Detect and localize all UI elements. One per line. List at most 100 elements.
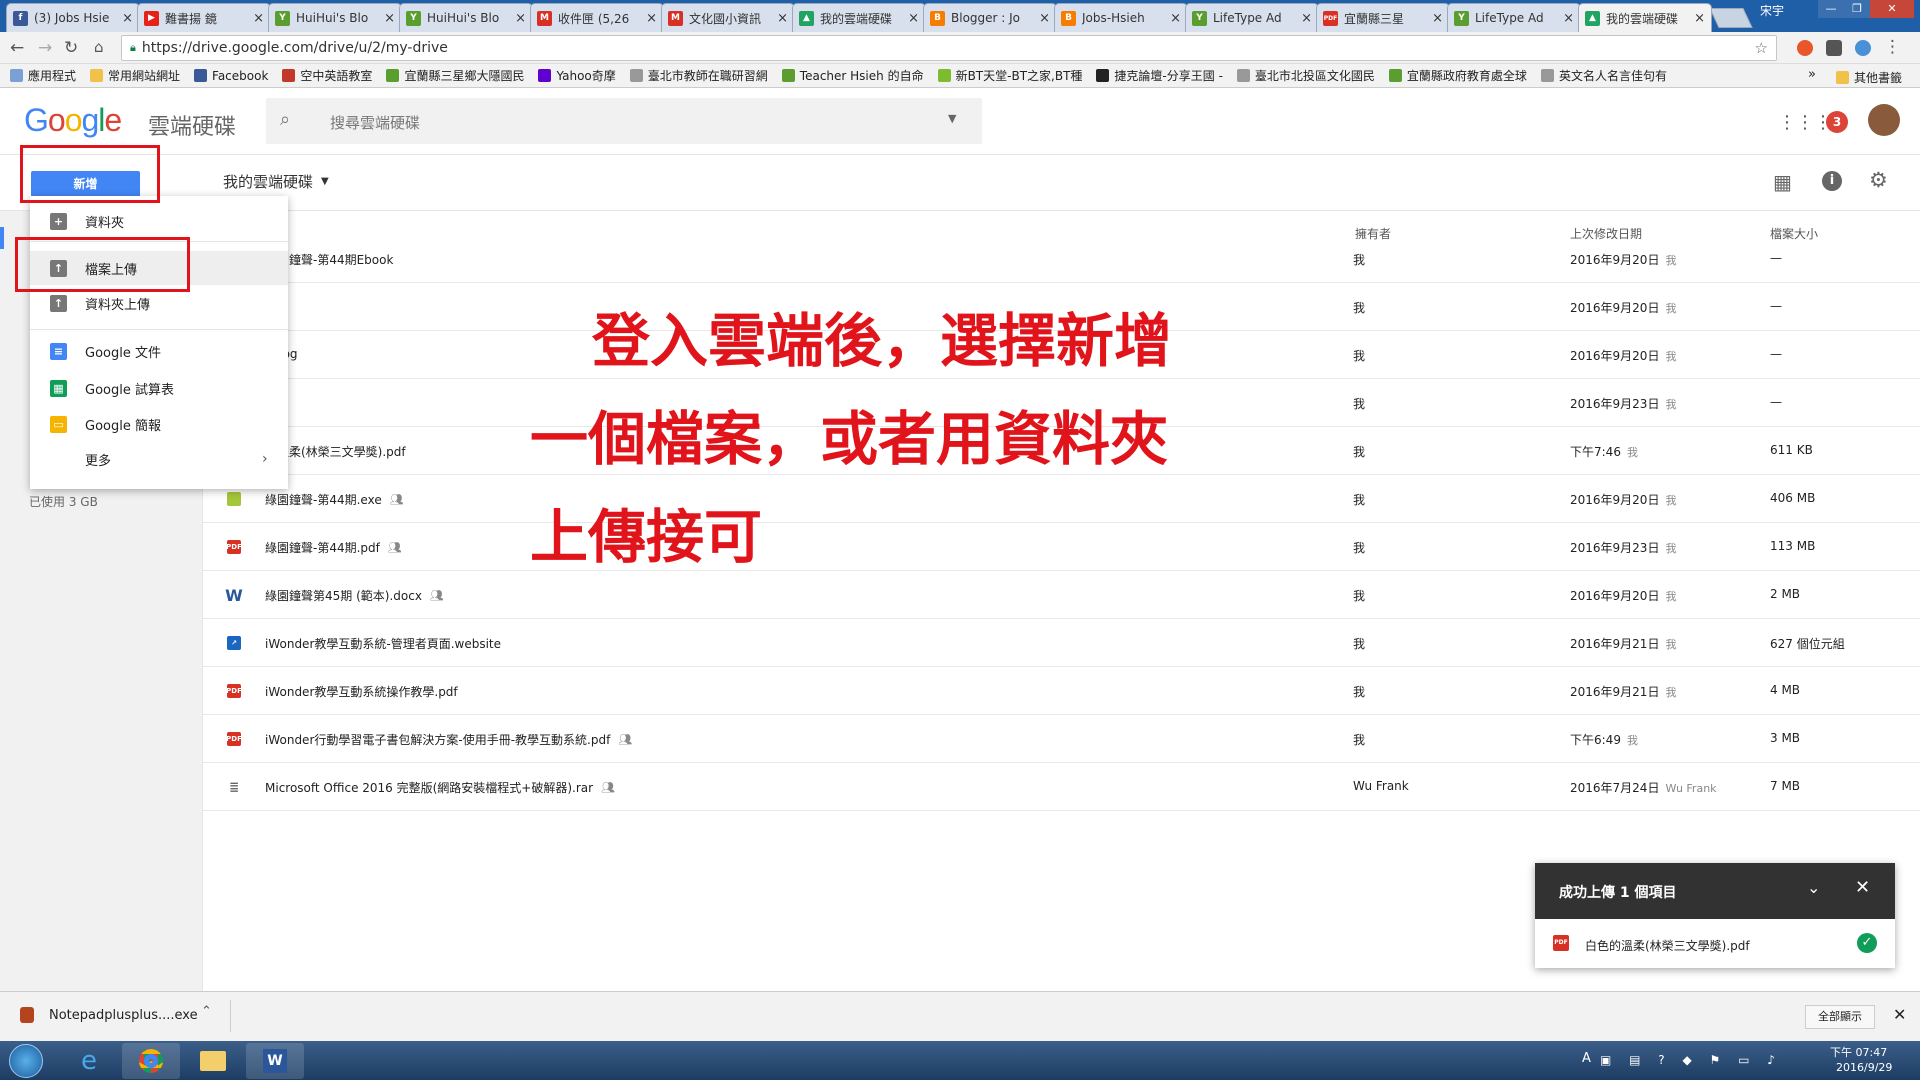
close-tab-icon[interactable]: × (1301, 11, 1312, 26)
new-tab-button[interactable] (1709, 8, 1753, 28)
ime-indicator[interactable]: A (1582, 1051, 1591, 1066)
grid-view-icon[interactable]: ▦ (1773, 170, 1792, 194)
back-icon[interactable]: ← (10, 38, 24, 58)
table-row[interactable]: ↗ iWonder教學互動系統-管理者頁面.website 我 2016年9月21日我… (203, 619, 1920, 667)
reload-icon[interactable]: ↻ (64, 38, 78, 58)
close-icon[interactable]: ✕ (1893, 1005, 1906, 1024)
close-tab-icon[interactable]: × (1563, 11, 1574, 26)
menu-item-google-docs[interactable]: ≡ Google 文件 (30, 334, 288, 368)
breadcrumb[interactable]: 我的雲端硬碟 ▼ (223, 171, 329, 192)
windows-taskbar: e W A ▣ ▤ ? ◆ ⚑ ▭ ♪ 下午 07:47 2016/9/29 (0, 1041, 1920, 1080)
modified-by: 我 (1665, 494, 1677, 507)
close-icon[interactable]: ✕ (1855, 877, 1870, 898)
table-row[interactable]: PDF iWonder行動學習電子書包解決方案-使用手冊-教學互動系統.pdf 👥︎… (203, 715, 1920, 763)
close-tab-icon[interactable]: × (1694, 11, 1705, 26)
extension-icon[interactable] (1826, 40, 1842, 56)
window-user-label: 宋宇 (1760, 4, 1785, 18)
bookmark-item[interactable]: 常用網站網址 (90, 67, 180, 84)
bookmark-item[interactable]: 臺北市北投區文化國民 (1236, 67, 1375, 84)
tab[interactable]: Y HuiHui's Blo × (268, 3, 402, 32)
menu-item-google-sheets[interactable]: ▦ Google 試算表 (30, 371, 288, 405)
tab[interactable]: M 收件匣 (5,26 × (530, 3, 664, 32)
close-tab-icon[interactable]: × (646, 11, 657, 26)
table-row[interactable]: 綠園鐘聲-第44期Ebook 我 2016年9月20日我 — (203, 235, 1920, 283)
minimize-button[interactable]: — (1818, 0, 1844, 18)
tab[interactable]: ▲ 我的雲端硬碟 × (792, 3, 926, 32)
table-row[interactable]: PDF iWonder教學互動系統操作教學.pdf 我 2016年9月21日我 4 MB (203, 667, 1920, 715)
tab[interactable]: M 文化國小資訊 × (661, 3, 795, 32)
bookmark-item[interactable]: 臺北市教師在職研習網 (629, 67, 768, 84)
tab[interactable]: Y LifeType Ad × (1447, 3, 1581, 32)
tab[interactable]: B Blogger : Jo × (923, 3, 1057, 32)
bookmark-item[interactable]: 捷克論壇-分享王國 - (1096, 67, 1223, 84)
close-tab-icon[interactable]: × (777, 11, 788, 26)
search-box[interactable]: ⌕ 搜尋雲端硬碟 ▼ (266, 98, 982, 144)
menu-item-google-slides[interactable]: ▭ Google 簡報 (30, 407, 288, 441)
tab[interactable]: Y HuiHui's Blo × (399, 3, 533, 32)
tab[interactable]: f (3) Jobs Hsie × (6, 3, 140, 32)
tab[interactable]: B Jobs-Hsieh × (1054, 3, 1188, 32)
menu-icon[interactable]: ⋮ (1884, 37, 1901, 57)
table-row[interactable]: ≣ Microsoft Office 2016 完整版(網路安裝檔程式+破解器).… (203, 763, 1920, 811)
search-input[interactable]: 搜尋雲端硬碟 (330, 112, 420, 133)
lock-icon: 🔒︎ (130, 41, 136, 54)
bookmark-item[interactable]: Facebook (194, 69, 268, 83)
bookmark-item[interactable]: 新BT天堂-BT之家,BT種 (937, 67, 1082, 84)
bookmark-star-icon[interactable]: ☆ (1755, 39, 1768, 57)
bookmark-item[interactable]: Teacher Hsieh 的自命 (781, 67, 924, 84)
google-logo[interactable]: Google (24, 102, 122, 139)
close-tab-icon[interactable]: × (1039, 11, 1050, 26)
download-item[interactable]: Notepadplusplus....exe (49, 1008, 198, 1023)
word-icon[interactable]: W (246, 1043, 304, 1079)
search-icon[interactable]: ⌕ (280, 109, 290, 130)
search-options-icon[interactable]: ▼ (948, 112, 956, 125)
close-tab-icon[interactable]: × (384, 11, 395, 26)
bookmark-item[interactable]: 英文名人名言佳句有 (1540, 67, 1667, 84)
bookmark-item[interactable]: 宜蘭縣政府教育處全球 (1388, 67, 1527, 84)
annotation-line: 上傳接可 (530, 503, 763, 571)
bookmark-item[interactable]: 應用程式 (10, 67, 76, 84)
apps-grid-icon[interactable]: ⋮⋮⋮ (1778, 112, 1832, 133)
avatar[interactable] (1868, 104, 1900, 136)
menu-item-more[interactable]: 更多 › (30, 442, 288, 476)
close-tab-icon[interactable]: × (253, 11, 264, 26)
extension-icon[interactable] (1797, 40, 1813, 56)
close-tab-icon[interactable]: × (122, 11, 133, 26)
close-tab-icon[interactable]: × (908, 11, 919, 26)
close-tab-icon[interactable]: × (1170, 11, 1181, 26)
more-bookmarks-icon[interactable]: » (1808, 67, 1816, 82)
chevron-down-icon[interactable]: ⌄ (1807, 878, 1820, 897)
bookmark-item[interactable]: 宜蘭縣三星鄉大隱國民 (386, 67, 524, 84)
tab[interactable]: ▲ 我的雲端硬碟 × (1578, 3, 1712, 32)
toast-file-name[interactable]: 白色的溫柔(林榮三文學獎).pdf (1585, 937, 1750, 954)
tab[interactable]: Y LifeType Ad × (1185, 3, 1319, 32)
tab-favicon-icon: M (668, 10, 683, 26)
menu-item-folder[interactable]: + 資料夾 (30, 204, 288, 238)
bookmark-item[interactable]: Yahoo奇摩 (538, 67, 616, 84)
close-window-button[interactable]: ✕ (1870, 0, 1914, 18)
chrome-icon[interactable] (122, 1043, 180, 1079)
forward-icon[interactable]: → (38, 38, 52, 58)
other-bookmarks[interactable]: 其他書籤 (1836, 69, 1902, 86)
close-tab-icon[interactable]: × (515, 11, 526, 26)
start-button[interactable] (9, 1044, 43, 1078)
tab[interactable]: PDF 宜蘭縣三星 × (1316, 3, 1450, 32)
chevron-up-icon[interactable]: ⌃ (201, 1004, 212, 1019)
extension-icon[interactable] (1855, 40, 1871, 56)
close-tab-icon[interactable]: × (1432, 11, 1443, 26)
tab[interactable]: ▶ 難書揚 鏡 × (137, 3, 271, 32)
file-explorer-icon[interactable] (184, 1043, 242, 1079)
gear-icon[interactable]: ⚙ (1869, 168, 1888, 192)
bookmark-label: 常用網站網址 (108, 69, 181, 83)
notification-badge[interactable]: 3 (1826, 111, 1848, 133)
maximize-button[interactable]: ❐ (1844, 0, 1870, 18)
tab-favicon-icon: ▲ (1585, 10, 1600, 26)
system-tray-icons[interactable]: ▣ ▤ ? ◆ ⚑ ▭ ♪ (1600, 1053, 1782, 1067)
home-icon[interactable]: ⌂ (94, 38, 104, 56)
url-bar[interactable]: 🔒︎ https://drive.google.com/drive/u/2/my… (121, 35, 1777, 61)
internet-explorer-icon[interactable]: e (60, 1043, 118, 1079)
bookmark-item[interactable]: 空中英語教室 (282, 67, 372, 84)
file-modified: 2016年9月20日我 (1570, 587, 1676, 604)
show-all-button[interactable]: 全部顯示 (1805, 1005, 1875, 1029)
info-icon[interactable]: i (1822, 171, 1842, 191)
